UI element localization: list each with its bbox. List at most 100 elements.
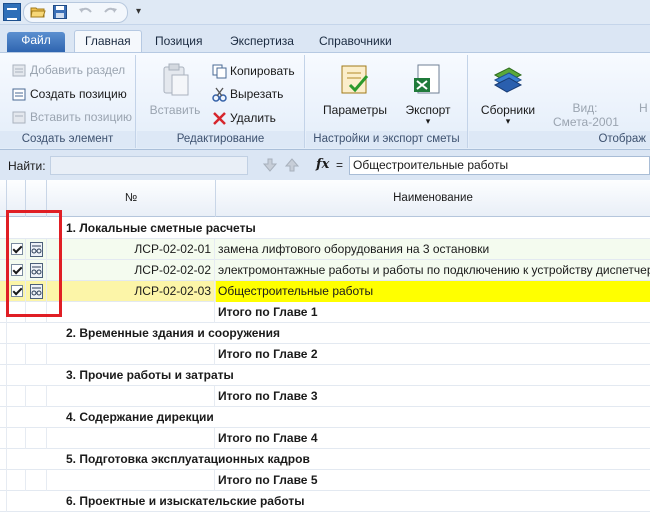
section-row[interactable]: 5. Подготовка эксплуатационных кадров xyxy=(0,449,650,470)
row-check-cell xyxy=(7,428,26,449)
export-dropdown-chevron-icon: ▾ xyxy=(425,116,431,126)
total-label: Итого по Главе 3 xyxy=(218,389,318,403)
header-number[interactable]: № xyxy=(47,180,216,217)
tab-references[interactable]: Справочники xyxy=(309,33,402,52)
tab-file[interactable]: Файл xyxy=(7,32,65,52)
section-row[interactable]: 3. Прочие работы и затраты xyxy=(0,365,650,386)
settings-export-group: Параметры Экспорт ▾ Настройки и экспорт … xyxy=(306,55,468,148)
formula-bar: Найти: fx = Общестроительные работы xyxy=(0,152,650,179)
total-label: Итого по Главе 4 xyxy=(218,431,318,445)
row-indicator xyxy=(0,365,7,386)
find-next-arrow-icon[interactable] xyxy=(262,157,278,173)
books-icon xyxy=(491,63,525,97)
row-icon-cell xyxy=(26,470,47,491)
section-title: 4. Содержание дирекции xyxy=(66,410,214,424)
estimate-name: Общестроительные работы xyxy=(216,281,650,302)
collections-dropdown-chevron-icon: ▾ xyxy=(505,116,511,126)
create-position-icon xyxy=(12,87,27,102)
add-section-icon xyxy=(12,63,27,78)
copy-icon xyxy=(212,64,227,79)
section-title: 5. Подготовка эксплуатационных кадров xyxy=(66,452,310,466)
create-position-button[interactable]: Создать позицию xyxy=(10,84,127,106)
estimate-row[interactable]: ЛСР-02-02-01 замена лифтового оборудовани… xyxy=(0,239,650,260)
estimate-grid: № Наименование 1. Локальные сметные расч… xyxy=(0,180,650,517)
customize-toolbar-chevron-icon[interactable]: ▾ xyxy=(136,6,141,17)
open-folder-icon[interactable] xyxy=(30,5,46,19)
save-icon[interactable] xyxy=(53,5,69,19)
export-button[interactable]: Экспорт ▾ xyxy=(398,63,458,126)
section-title: 3. Прочие работы и затраты xyxy=(66,368,234,382)
total-row[interactable]: Итого по Главе 3 xyxy=(0,386,650,407)
estimate-number: ЛСР-02-02-03 xyxy=(47,281,215,302)
copy-button[interactable]: Копировать xyxy=(210,61,295,83)
editing-group: Вставить Копировать Вырезать Удалить Ред… xyxy=(137,55,305,148)
estimate-number: ЛСР-02-02-01 xyxy=(47,239,215,260)
total-row[interactable]: Итого по Главе 5 xyxy=(0,470,650,491)
selected-estimate-row[interactable]: ЛСР-02-02-03 Общестроительные работы xyxy=(0,281,650,302)
row-icon-cell xyxy=(26,344,47,365)
settings-export-group-label: Настройки и экспорт сметы xyxy=(306,131,467,148)
formula-input[interactable]: Общестроительные работы xyxy=(349,156,650,175)
display-group-label: Отображ xyxy=(469,131,650,148)
app-icon[interactable] xyxy=(3,3,21,21)
total-label: Итого по Главе 1 xyxy=(218,305,318,319)
section-row[interactable]: 6. Проектные и изыскательские работы xyxy=(0,491,650,512)
total-row[interactable]: Итого по Главе 2 xyxy=(0,344,650,365)
paste-button[interactable]: Вставить xyxy=(145,63,205,117)
row-indicator xyxy=(0,407,7,428)
formula-equals-label: = xyxy=(336,158,344,172)
estimate-row[interactable]: ЛСР-02-02-02 электромонтажные работы и ра… xyxy=(0,260,650,281)
section-row[interactable]: 4. Содержание дирекции xyxy=(0,407,650,428)
collections-button[interactable]: Сборники ▾ xyxy=(475,63,541,126)
insert-position-button[interactable]: Вставить позицию xyxy=(10,107,132,129)
row-icon-cell xyxy=(26,386,47,407)
delete-x-icon xyxy=(212,111,227,126)
estimate-name: электромонтажные работы и работы по подк… xyxy=(218,263,650,277)
undo-icon[interactable] xyxy=(78,5,94,19)
total-label: Итого по Главе 5 xyxy=(218,473,318,487)
section-row[interactable]: 2. Временные здания и сооружения xyxy=(0,323,650,344)
editing-group-label: Редактирование xyxy=(137,131,304,148)
row-number-cell xyxy=(47,428,215,449)
row-indicator xyxy=(0,386,7,407)
tab-position[interactable]: Позиция xyxy=(145,33,212,52)
function-fx-icon: fx xyxy=(316,157,330,172)
excel-export-icon xyxy=(411,63,445,97)
delete-button[interactable]: Удалить xyxy=(210,108,276,130)
section-title: 6. Проектные и изыскательские работы xyxy=(66,494,305,508)
find-previous-arrow-icon[interactable] xyxy=(284,157,300,173)
row-indicator xyxy=(0,323,7,344)
display-group: Сборники ▾ Вид: Смета-2001 Н Отображ xyxy=(469,55,650,148)
add-section-button[interactable]: Добавить раздел xyxy=(10,60,125,82)
annotation-highlight-box xyxy=(6,210,62,317)
row-number-cell xyxy=(47,344,215,365)
row-number-cell xyxy=(47,470,215,491)
total-row[interactable]: Итого по Главе 1 xyxy=(0,302,650,323)
header-name[interactable]: Наименование xyxy=(216,180,650,217)
row-indicator xyxy=(0,491,7,512)
row-check-cell xyxy=(7,470,26,491)
section-title: 1. Локальные сметные расчеты xyxy=(66,221,256,235)
find-label: Найти: xyxy=(8,159,46,173)
create-element-group-label: Создать элемент xyxy=(0,131,135,148)
parameters-button[interactable]: Параметры xyxy=(320,63,390,117)
row-indicator xyxy=(0,344,7,365)
find-input[interactable] xyxy=(50,156,248,175)
redo-icon[interactable] xyxy=(102,5,118,19)
tab-expertise[interactable]: Экспертиза xyxy=(220,33,304,52)
ribbon-tabs: Файл Главная Позиция Экспертиза Справочн… xyxy=(0,25,650,52)
cut-off-button-label: Н xyxy=(639,101,648,115)
view-selector[interactable]: Вид: Смета-2001 xyxy=(553,101,619,129)
grid-header: № Наименование xyxy=(0,180,650,217)
estimate-number: ЛСР-02-02-02 xyxy=(47,260,215,281)
cut-button[interactable]: Вырезать xyxy=(210,84,283,106)
ribbon: Добавить раздел Создать позицию Вставить… xyxy=(0,52,650,150)
total-row[interactable]: Итого по Главе 4 xyxy=(0,428,650,449)
insert-position-icon xyxy=(12,110,27,125)
scissors-icon xyxy=(212,87,227,102)
parameters-checklist-icon xyxy=(338,63,372,97)
row-number-cell xyxy=(47,302,215,323)
row-check-cell xyxy=(7,344,26,365)
section-row[interactable]: 1. Локальные сметные расчеты xyxy=(0,218,650,239)
tab-home[interactable]: Главная xyxy=(74,30,142,52)
